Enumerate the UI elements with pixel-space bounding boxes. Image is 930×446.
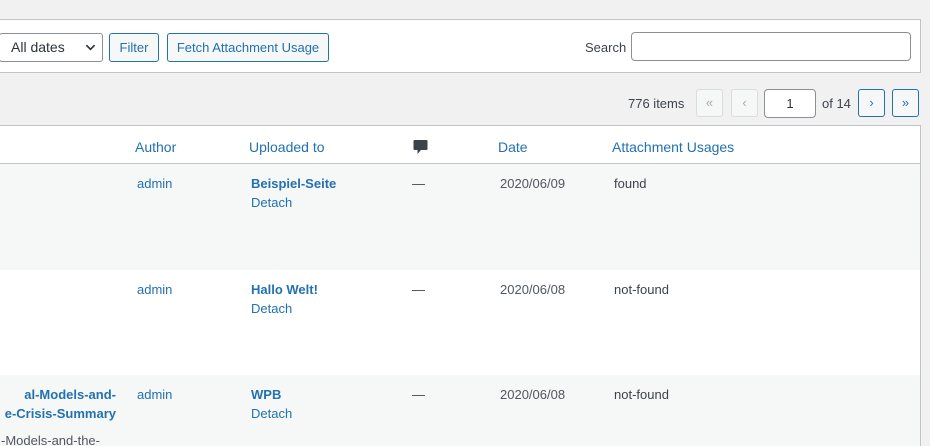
- last-page-button[interactable]: »: [892, 89, 919, 117]
- filter-button[interactable]: Filter: [109, 33, 159, 62]
- column-date[interactable]: Date: [498, 139, 528, 155]
- search-label: Search: [585, 40, 627, 55]
- table-row: al-Models-and- e-Crisis-Summary -Models-…: [0, 375, 920, 446]
- usage-status: not-found: [614, 282, 669, 297]
- previous-page-button: ‹: [731, 89, 758, 117]
- fetch-attachment-usage-button[interactable]: Fetch Attachment Usage: [167, 33, 329, 62]
- uploaded-to-link[interactable]: WPB: [251, 385, 281, 404]
- next-page-button[interactable]: ›: [858, 89, 885, 117]
- uploaded-to-link[interactable]: Hallo Welt!: [251, 280, 318, 299]
- date-filter-value: All dates: [11, 39, 65, 55]
- media-filename: -Models-and-the-: [1, 433, 100, 446]
- total-pages: of 14: [822, 96, 851, 111]
- upload-date: 2020/06/08: [500, 282, 566, 297]
- detach-link[interactable]: Detach: [251, 404, 292, 423]
- usage-status: not-found: [614, 387, 669, 402]
- usage-status: found: [614, 176, 647, 191]
- column-author[interactable]: Author: [135, 139, 176, 155]
- first-page-button: «: [696, 89, 723, 117]
- column-attachment-usages[interactable]: Attachment Usages: [612, 139, 734, 155]
- uploaded-to-link[interactable]: Beispiel-Seite: [251, 174, 336, 193]
- comment-icon[interactable]: [413, 139, 428, 155]
- chevron-down-icon: [85, 44, 96, 51]
- media-title-line: al-Models-and-: [24, 387, 116, 402]
- search-input[interactable]: [631, 32, 911, 61]
- column-uploaded-to[interactable]: Uploaded to: [249, 139, 325, 155]
- items-count: 776 items: [628, 96, 685, 111]
- date-filter-select[interactable]: All dates: [0, 33, 103, 62]
- table-row: admin Beispiel-Seite Detach — 2020/06/09…: [0, 164, 920, 270]
- detach-link[interactable]: Detach: [251, 299, 292, 318]
- media-title-line: e-Crisis-Summary: [4, 406, 116, 421]
- filter-bar: All dates Filter Fetch Attachment Usage …: [0, 19, 921, 73]
- upload-date: 2020/06/09: [500, 176, 566, 191]
- pagination: 776 items « ‹ 1 of 14 › »: [0, 89, 930, 119]
- comment-count: —: [412, 282, 425, 297]
- media-table: Author Uploaded to Date Attachment Usage…: [0, 125, 921, 446]
- media-title-link[interactable]: al-Models-and- e-Crisis-Summary: [1, 385, 116, 423]
- detach-link[interactable]: Detach: [251, 193, 292, 212]
- current-page-input[interactable]: 1: [764, 89, 816, 118]
- comment-count: —: [412, 387, 425, 402]
- author-link[interactable]: admin: [137, 385, 172, 404]
- author-link[interactable]: admin: [137, 174, 172, 193]
- author-link[interactable]: admin: [137, 280, 172, 299]
- comment-count: —: [412, 176, 425, 191]
- upload-date: 2020/06/08: [500, 387, 566, 402]
- table-header: Author Uploaded to Date Attachment Usage…: [0, 126, 920, 164]
- table-row: admin Hallo Welt! Detach — 2020/06/08 no…: [0, 270, 920, 375]
